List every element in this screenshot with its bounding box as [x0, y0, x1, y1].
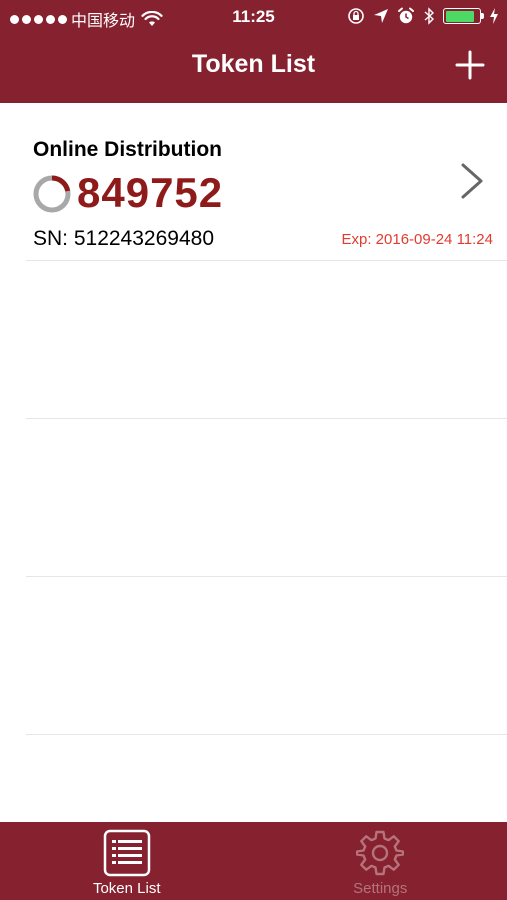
row-divider [26, 260, 507, 261]
header: 中国移动 11:25 Token List [0, 0, 507, 103]
token-expiry: Exp: 2016-09-24 11:24 [341, 231, 493, 248]
location-icon [374, 9, 388, 23]
token-list: Online Distribution 849752 SN: 512243269… [0, 103, 507, 822]
plus-icon[interactable] [455, 50, 485, 80]
rotation-lock-icon [348, 8, 364, 24]
token-row[interactable]: Online Distribution 849752 SN: 512243269… [0, 103, 507, 261]
tab-label: Token List [92, 880, 161, 897]
row-divider [26, 576, 507, 577]
token-code: 849752 [77, 169, 224, 216]
battery-icon [443, 8, 484, 24]
page-title: Token List [191, 50, 316, 78]
gear-icon [356, 830, 405, 876]
row-divider [26, 734, 507, 735]
bluetooth-icon [424, 7, 435, 25]
status-right [347, 7, 499, 25]
tab-label: Settings [353, 880, 408, 897]
tab-settings[interactable]: Settings [254, 822, 507, 900]
tab-token-list[interactable]: Token List [0, 822, 254, 900]
token-name: Online Distribution [33, 138, 222, 161]
token-serial-number: SN: 512243269480 [33, 227, 214, 250]
alarm-icon [398, 7, 414, 24]
timer-ring-icon [33, 175, 71, 213]
chevron-right-icon[interactable] [459, 161, 485, 201]
list-icon [103, 829, 150, 877]
charging-icon [490, 8, 498, 24]
row-divider [26, 418, 507, 419]
status-bar: 中国移动 11:25 [0, 0, 507, 36]
tab-bar: Token List Settings [0, 822, 507, 900]
